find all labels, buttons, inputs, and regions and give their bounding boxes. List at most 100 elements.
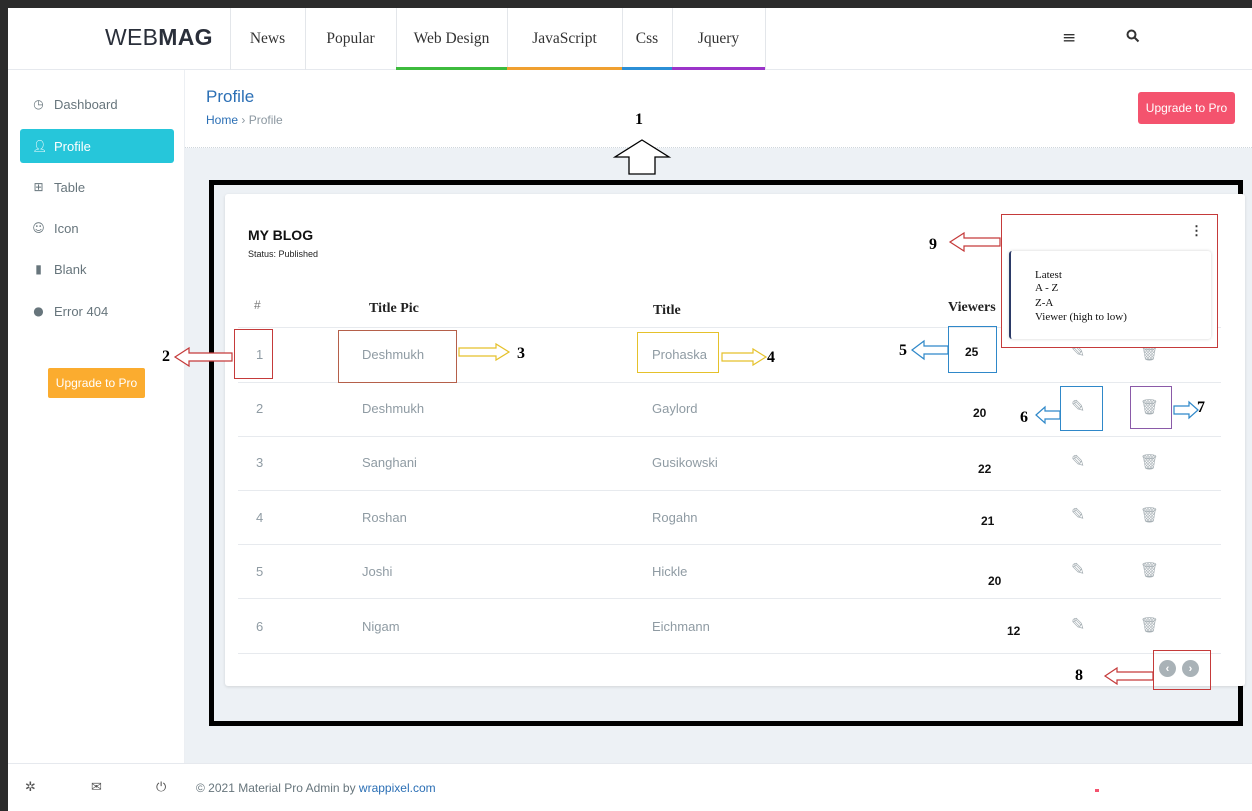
annotation-box-6: [1060, 386, 1103, 431]
sidebar-upgrade-button[interactable]: Upgrade to Pro: [48, 368, 145, 398]
nav-javascript[interactable]: JavaScript: [507, 8, 622, 70]
annotation-label-1: 1: [635, 111, 643, 128]
nav-jquery[interactable]: Jquery: [672, 8, 765, 70]
footer-copyright: © 2021 Material Pro Admin by wrappixel.c…: [196, 781, 436, 795]
brand-light: WEB: [105, 24, 159, 50]
sort-dropdown: ⋮ Latest A - Z Z-A Viewer (high to low): [1001, 214, 1218, 348]
menu-icon[interactable]: ≡: [1062, 28, 1076, 48]
sidebar-item-profile[interactable]: 👤︎ Profile: [20, 129, 174, 163]
annotation-label-8: 8: [1075, 667, 1083, 684]
nav-popular[interactable]: Popular: [305, 8, 396, 70]
sidebar-item-icon[interactable]: ☺ Icon: [20, 211, 174, 245]
table-row-5-pic: Joshi: [362, 564, 393, 579]
sort-option-a-z[interactable]: A - Z: [1035, 282, 1058, 294]
card-status: Status: Published: [248, 249, 319, 259]
trash-icon[interactable]: 🗑︎: [1140, 453, 1159, 471]
nav-web-design[interactable]: Web Design: [396, 8, 507, 70]
clock-icon: ◷: [33, 96, 44, 111]
annotation-arrow-right: [721, 347, 768, 367]
sidebar-item-table[interactable]: ⊞ Table: [20, 170, 174, 204]
table-row-2-viewers: 20: [973, 406, 987, 420]
column-header-viewers: Viewers: [948, 300, 996, 315]
annotation-arrow-up: [612, 139, 672, 175]
book-icon: ▮: [35, 261, 42, 276]
help-icon: ●: [33, 303, 44, 318]
annotation-arrow-left: [911, 339, 949, 361]
page-title: Profile: [206, 87, 255, 106]
user-icon: 👤︎: [32, 138, 48, 153]
nav-label: JavaScript: [532, 30, 597, 47]
header-upgrade-button[interactable]: Upgrade to Pro: [1138, 92, 1235, 124]
table-row-5-viewers: 20: [988, 574, 1002, 588]
sidebar-item-blank[interactable]: ▮ Blank: [20, 252, 174, 286]
table-row-3-num: 3: [256, 455, 264, 470]
sidebar-item-error-404[interactable]: ● Error 404: [20, 294, 174, 328]
trash-icon[interactable]: 🗑︎: [1140, 506, 1159, 524]
table-row-5-num: 5: [256, 564, 264, 579]
nav-label: News: [249, 30, 286, 47]
footer-link[interactable]: wrappixel.com: [359, 781, 436, 795]
column-header-title: Title: [653, 303, 681, 318]
nav-divider: [765, 8, 766, 70]
annotation-box-3: [338, 330, 457, 383]
breadcrumb: Home › Profile: [206, 113, 283, 127]
search-icon[interactable]: [1126, 29, 1140, 47]
edit-icon[interactable]: ✎: [1071, 452, 1085, 472]
sidebar-item-label: Error 404: [54, 303, 109, 319]
table-divider: [238, 653, 1221, 654]
card-title: MY BLOG: [248, 227, 314, 243]
sort-option-viewers[interactable]: Viewer (high to low): [1035, 311, 1127, 323]
sidebar-item-label: Blank: [54, 261, 87, 277]
edit-icon[interactable]: ✎: [1071, 615, 1085, 635]
sort-option-latest[interactable]: Latest: [1035, 269, 1062, 281]
table-row-6-title[interactable]: Eichmann: [652, 619, 710, 634]
sidebar-item-dashboard[interactable]: ◷ Dashboard: [20, 87, 174, 121]
sidebar-item-label: Profile: [54, 138, 91, 154]
annotation-arrow-left: [948, 231, 1001, 253]
table-row-5-title[interactable]: Hickle: [652, 564, 687, 579]
sidebar: ◷ Dashboard 👤︎ Profile ⊞ Table ☺ Icon ▮ Blank…: [8, 70, 185, 763]
table-row-3-viewers: 22: [978, 462, 992, 476]
table-divider: [238, 598, 1221, 599]
annotation-box-2: [234, 329, 273, 379]
settings-icon[interactable]: ✲: [25, 780, 36, 795]
nav-label: Popular: [326, 30, 375, 47]
breadcrumb-home[interactable]: Home: [206, 113, 238, 127]
sidebar-item-label: Dashboard: [54, 96, 118, 112]
power-icon[interactable]: ⏻: [156, 780, 166, 795]
table-divider: [238, 544, 1221, 545]
table-row-4-title[interactable]: Rogahn: [652, 510, 698, 525]
column-header-num: #: [254, 298, 261, 312]
trash-icon[interactable]: 🗑︎: [1140, 616, 1159, 634]
table-row-2-title[interactable]: Gaylord: [652, 401, 698, 416]
annotation-arrow-left: [1103, 666, 1154, 686]
kebab-menu-icon[interactable]: ⋮: [1190, 223, 1203, 239]
sidebar-item-label: Table: [54, 179, 86, 195]
edit-icon[interactable]: ✎: [1071, 560, 1085, 580]
sort-option-z-a[interactable]: Z-A: [1035, 297, 1053, 309]
page-header: Profile Home › Profile Upgrade to Pro: [185, 70, 1252, 148]
annotation-label-5: 5: [899, 342, 907, 359]
sort-menu: Latest A - Z Z-A Viewer (high to low): [1009, 251, 1211, 339]
nav-css[interactable]: Css: [622, 8, 672, 70]
table-row-6-num: 6: [256, 619, 264, 634]
annotation-label-4: 4: [767, 349, 775, 366]
annotation-box-8: [1153, 650, 1211, 690]
breadcrumb-separator: ›: [241, 113, 246, 127]
brand-logo[interactable]: WEBMAG: [105, 24, 213, 51]
footer: ✲ ✉ ⏻ © 2021 Material Pro Admin by wrapp…: [8, 763, 1252, 811]
table-row-4-num: 4: [256, 510, 264, 525]
nav-label: Jquery: [697, 30, 740, 47]
table-row-3-title[interactable]: Gusikowski: [652, 455, 718, 470]
table-row-2-num: 2: [256, 401, 264, 416]
mail-icon[interactable]: ✉: [91, 780, 102, 795]
brand-bold: MAG: [158, 24, 213, 50]
table-row-6-pic: Nigam: [362, 619, 400, 634]
annotation-label-7: 7: [1197, 399, 1205, 416]
footer-text: © 2021 Material Pro Admin by: [196, 781, 359, 795]
table-icon: ⊞: [33, 179, 44, 194]
trash-icon[interactable]: 🗑︎: [1140, 561, 1159, 579]
edit-icon[interactable]: ✎: [1071, 505, 1085, 525]
table-row-6-viewers: 12: [1007, 624, 1021, 638]
nav-news[interactable]: News: [230, 8, 305, 70]
